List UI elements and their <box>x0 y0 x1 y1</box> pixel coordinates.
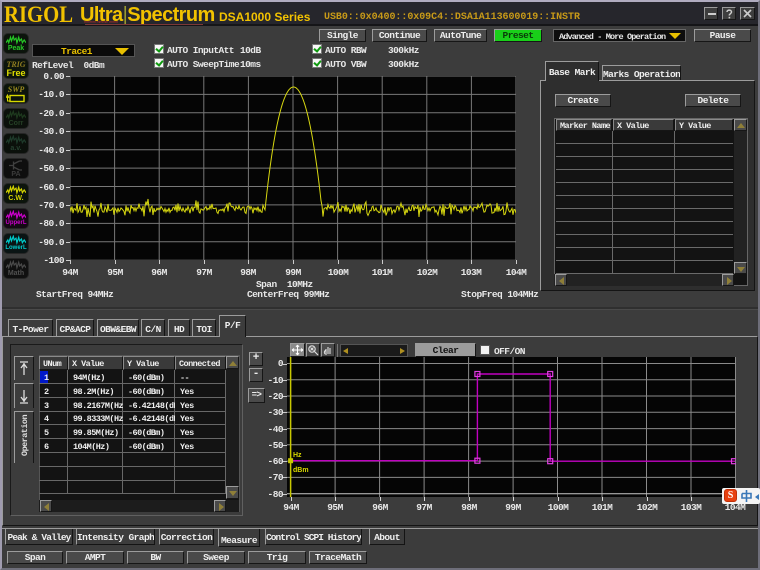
svg-text:Hz: Hz <box>293 452 302 459</box>
svg-text:dBm: dBm <box>293 467 309 474</box>
